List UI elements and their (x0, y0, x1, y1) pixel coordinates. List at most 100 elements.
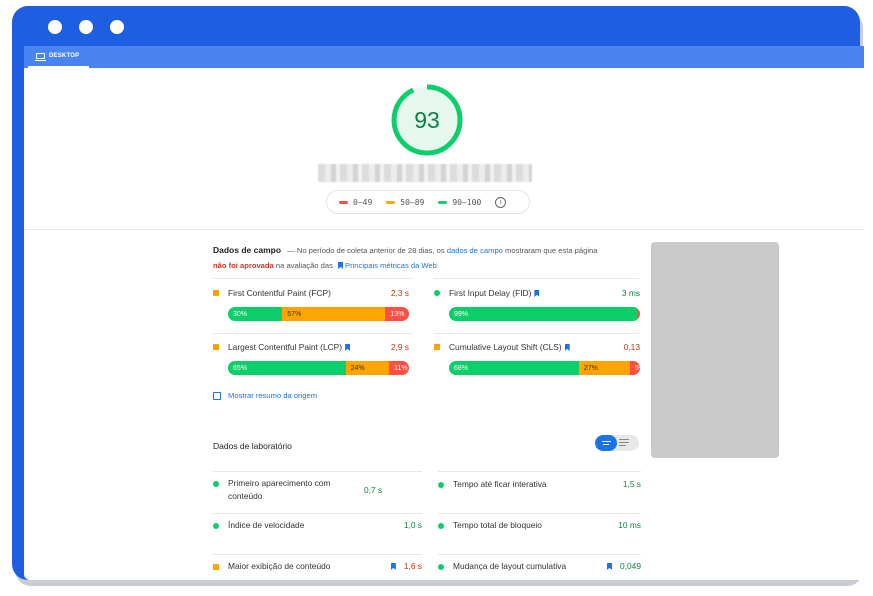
distribution-bar: 30% 57% 13% (228, 307, 409, 321)
origin-summary-toggle[interactable]: Mostrar resumo da origem (213, 391, 317, 400)
performance-score: 93 (414, 106, 440, 133)
score-legend: 0–49 50–89 90–100 i (326, 190, 530, 214)
bar-segment-good: 65% (228, 361, 346, 375)
laptop-icon (35, 53, 46, 61)
lab-metric-indice-de-velocidade: Índice de velocidade 1,0 s (213, 519, 422, 532)
legend-average: 50–89 (386, 198, 424, 207)
tab-desktop-label: DESKTOP (49, 53, 80, 59)
window-dot-3[interactable] (110, 20, 124, 34)
lab-metric-mudanca-de-layout-cumulativa: Mudança de layout cumulativa 0,049 (438, 560, 641, 573)
field-intro-text-2: mostraram que esta página (505, 246, 598, 255)
view-toggle[interactable] (595, 435, 639, 451)
bar-segment-poor: 11% (389, 361, 409, 375)
report-window: DESKTOP 93 0–49 50–89 90–100 i Dados de … (24, 46, 864, 580)
bar-segment-good: 68% (449, 361, 579, 375)
metric-name: Primeiro aparecimento com conteúdo (228, 478, 331, 501)
row-divider (434, 333, 639, 334)
good-circle-icon (438, 523, 444, 529)
row-divider (213, 513, 422, 514)
field-metric-fcp: First Contentful Paint (FCP) 2,3 s 30% 57% 1… (213, 286, 409, 321)
field-metric-lcp: Largest Contentful Paint (LCP) 2,9 s 65% 24… (213, 340, 409, 375)
metric-value: 0,049 (620, 561, 641, 571)
blurred-url (318, 164, 532, 182)
field-data-intro: Dados de campo — No período de coleta an… (213, 243, 613, 273)
info-icon[interactable]: i (495, 196, 507, 208)
metric-head: Cumulative Layout Shift (CLS) 0,13 (434, 340, 640, 354)
metric-value: 1,0 s (403, 520, 422, 530)
good-circle-icon (213, 523, 219, 529)
row-divider (438, 471, 641, 472)
lab-metric-primeiro-aparecimento-com-conteudo: Primeiro aparecimento com conteúdo 0,7 s (213, 477, 422, 503)
bar-segment-good: 99% (449, 307, 639, 321)
legend-poor-swatch (339, 200, 348, 204)
metric-value: 1,5 s (622, 479, 641, 489)
row-divider (438, 513, 641, 514)
lab-metric-maior-exibicao-de-conteudo: Maior exibição de conteúdo 1,6 s (213, 560, 422, 573)
field-intro-text-1: — No período de coleta anterior de 28 di… (287, 246, 445, 255)
metric-head: Largest Contentful Paint (LCP) 2,9 s (213, 340, 409, 354)
legend-average-swatch (386, 200, 396, 204)
bookmark-icon (607, 563, 613, 570)
distribution-bar: 68%27%5% (449, 361, 640, 375)
detail-view-icon[interactable] (619, 439, 629, 446)
origin-checkbox[interactable] (213, 391, 221, 400)
metric-name: Maior exibição de conteúdo (228, 561, 331, 571)
legend-poor-label: 0–49 (353, 197, 373, 207)
row-divider (438, 554, 641, 555)
average-square-icon (434, 344, 440, 350)
row-divider (213, 471, 422, 472)
good-circle-icon (213, 481, 219, 487)
average-square-icon (213, 344, 219, 350)
lab-metric-tempo-total-de-bloqueio: Tempo total de bloqueio 10 ms (438, 519, 641, 532)
lab-data-title: Dados de laboratório (213, 441, 292, 451)
metric-value: 0,7 s (364, 485, 383, 495)
legend-good: 90–100 (438, 198, 481, 207)
metric-value: 3 ms (621, 288, 640, 298)
core-web-vitals-link[interactable]: Principais métricas da Web. (345, 261, 439, 270)
metric-name: First Input Delay (FID) (449, 288, 622, 298)
metric-name: Tempo até ficar interativa (453, 479, 547, 489)
good-circle-icon (438, 482, 444, 488)
window-dot-2[interactable] (79, 20, 93, 34)
distribution-bar: 99%1% (449, 307, 640, 321)
row-divider (434, 278, 639, 279)
row-divider (213, 333, 413, 334)
good-circle-icon (434, 290, 440, 296)
distribution-bar: 65% 24% 11% (228, 361, 409, 375)
field-data-title: Dados de campo (213, 245, 282, 255)
bookmark-icon (345, 344, 351, 351)
metric-value: 2,9 s (390, 342, 409, 352)
field-metric-fid: First Input Delay (FID)3 ms 99%1% (434, 286, 640, 321)
window-controls (48, 20, 124, 34)
field-data-link[interactable]: dados de campo (447, 246, 503, 255)
field-metric-cls: Cumulative Layout Shift (CLS) 0,13 68% 27% 5… (434, 340, 640, 375)
bookmark-icon (564, 344, 570, 351)
metric-name: Cumulative Layout Shift (CLS) (449, 342, 624, 352)
metric-name: First Contentful Paint (FCP) (228, 288, 331, 298)
bookmark-icon (390, 563, 396, 570)
performance-gauge: 93 (389, 82, 465, 158)
field-fail-text: não foi aprovada (213, 261, 274, 270)
row-divider (213, 554, 422, 555)
device-tabbar: DESKTOP (24, 46, 864, 68)
legend-good-swatch (438, 200, 448, 204)
legend-average-label: 50–89 (400, 197, 425, 207)
good-circle-icon (438, 564, 444, 570)
row-divider (213, 278, 413, 279)
metric-name: Índice de velocidade (228, 520, 305, 530)
window-dot-1[interactable] (48, 20, 62, 34)
metric-value: 2,3 s (390, 288, 409, 298)
average-square-icon (213, 564, 219, 570)
list-view-icon[interactable] (595, 435, 617, 451)
origin-summary-label: Mostrar resumo da origem (228, 391, 318, 400)
metric-head: First Contentful Paint (FCP) 2,3 s (213, 286, 409, 300)
legend-poor: 0–49 (339, 198, 372, 207)
bar-segment-poor: 1% (638, 307, 640, 321)
blurred-screenshot (651, 242, 779, 458)
metric-name: Tempo total de bloqueio (453, 520, 542, 530)
metric-name: Largest Contentful Paint (LCP) (228, 342, 391, 352)
metric-value: 0,13 (623, 342, 640, 352)
section-divider (24, 229, 864, 230)
bar-segment-avg: 27% (578, 361, 631, 375)
tab-desktop[interactable]: DESKTOP (28, 46, 90, 68)
